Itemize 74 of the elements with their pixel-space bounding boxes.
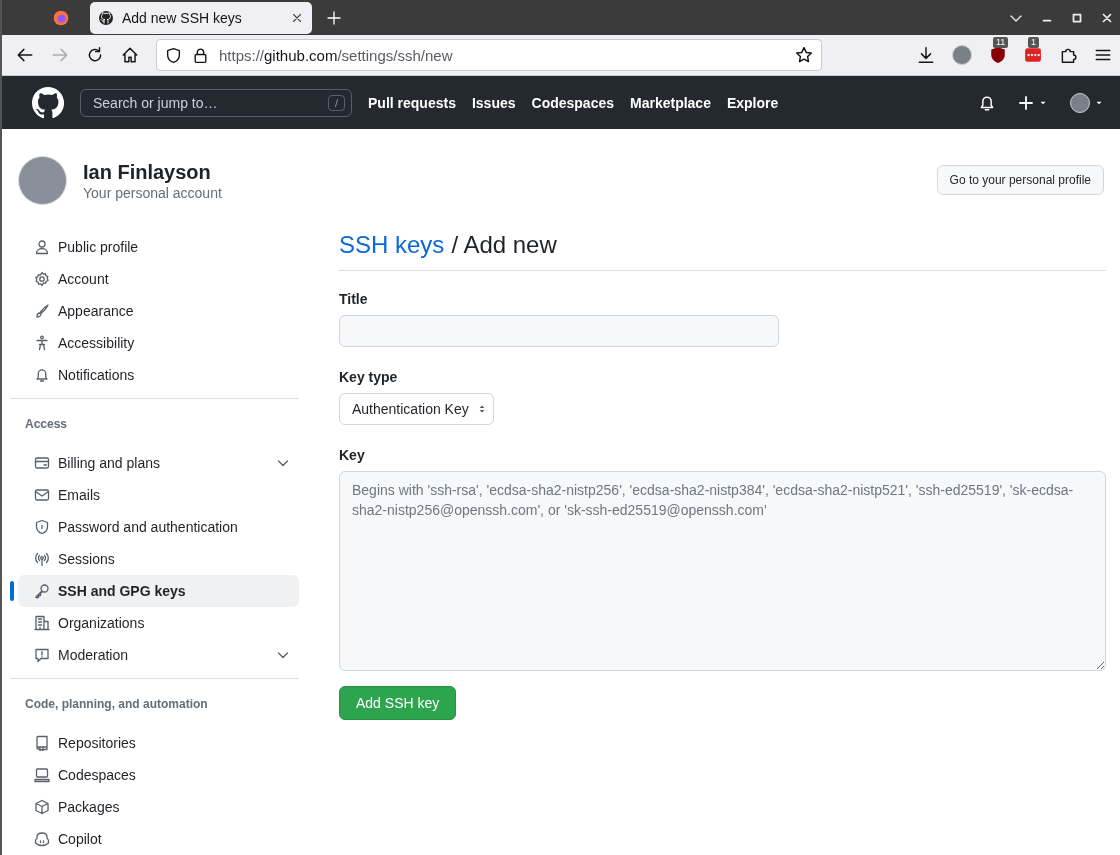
shield-extension-icon[interactable] xyxy=(989,46,1007,65)
profile-button[interactable]: Go to your personal profile xyxy=(936,165,1104,195)
sidebar-item[interactable]: Emails xyxy=(18,479,299,511)
report-icon xyxy=(34,647,50,663)
avatar[interactable] xyxy=(1070,92,1090,113)
section-heading: Code, planning, and automation xyxy=(24,696,209,713)
laptop-icon xyxy=(34,767,50,783)
key-input[interactable]: Begins with 'ssh-rsa', 'ecdsa-sha2-nistp256', 'ecdsa-sha2-nistp384', 'ecdsa-sha2-nistp521', 'ssh-ed25519', 'sk-ecdsa-sha2-nistp256@openssh.com', or 'sk-ssh-ed25519@openssh.com' xyxy=(339,471,1106,671)
github-logo-icon xyxy=(98,9,114,26)
package-icon xyxy=(34,799,50,815)
extension-badge: 1 xyxy=(1028,37,1039,49)
browser-tab[interactable]: Add new SSH keys xyxy=(90,1,312,34)
nav-link[interactable]: Codespaces xyxy=(531,94,614,111)
broadcast-icon xyxy=(34,551,50,567)
credit-card-icon xyxy=(34,455,50,471)
bell-icon xyxy=(34,367,50,383)
github-logo-icon[interactable] xyxy=(32,86,64,119)
nav-link[interactable]: Explore xyxy=(726,94,779,111)
sidebar-item[interactable]: Account xyxy=(18,263,299,295)
key-type-select[interactable]: Authentication Key xyxy=(339,393,494,425)
sidebar-item[interactable]: Codespaces xyxy=(18,759,299,791)
shortcut-key: / xyxy=(327,94,345,111)
nav-link[interactable]: Marketplace xyxy=(630,94,711,111)
sidebar-item[interactable]: Moderation xyxy=(18,639,299,671)
building-icon xyxy=(34,615,50,631)
avatar[interactable] xyxy=(952,45,972,66)
shield-icon xyxy=(165,46,182,64)
account-subtitle: Your personal account xyxy=(83,185,222,201)
section-heading: Access xyxy=(24,416,69,433)
title-input[interactable] xyxy=(339,315,779,347)
person-icon xyxy=(34,239,50,255)
sidebar-item[interactable]: Appearance xyxy=(18,295,299,327)
sidebar-item[interactable]: Organizations xyxy=(18,607,299,639)
sidebar-item[interactable]: Copilot xyxy=(18,823,299,855)
sidebar-item[interactable]: Notifications xyxy=(18,359,299,391)
field-label: Key xyxy=(339,447,365,463)
nav-link[interactable]: Issues xyxy=(471,94,516,111)
sidebar-item[interactable]: Public profile xyxy=(18,231,299,263)
plus-icon[interactable] xyxy=(1018,94,1034,111)
home-icon[interactable] xyxy=(121,46,139,65)
avatar xyxy=(18,155,67,205)
mail-icon xyxy=(34,487,50,503)
copilot-icon xyxy=(34,831,50,847)
field-label: Key type xyxy=(339,369,398,385)
book-icon xyxy=(34,735,50,751)
download-icon[interactable] xyxy=(917,46,935,65)
search-placeholder: Search or jump to… xyxy=(93,94,219,111)
dots-extension-icon[interactable] xyxy=(1024,46,1042,65)
tab-title: Add new SSH keys xyxy=(122,9,243,26)
lock-icon xyxy=(192,46,209,64)
paintbrush-icon xyxy=(34,303,50,319)
puzzle-icon[interactable] xyxy=(1059,46,1077,65)
settings-icon xyxy=(34,271,50,287)
sidebar-item[interactable]: Sessions xyxy=(18,543,299,575)
sidebar-item[interactable]: Accessibility xyxy=(18,327,299,359)
address-bar[interactable]: https://github.com/settings/ssh/new xyxy=(156,39,822,72)
star-icon[interactable] xyxy=(795,46,813,65)
extension-badge: 11 xyxy=(993,37,1009,49)
sidebar-item[interactable]: Packages xyxy=(18,791,299,823)
page-title: / Add new xyxy=(451,231,557,259)
account-name: Ian Finlayson xyxy=(83,160,212,185)
nav-link[interactable]: Pull requests xyxy=(368,94,456,111)
breadcrumb-link[interactable]: SSH keys xyxy=(339,231,445,259)
plus-icon[interactable] xyxy=(326,9,342,26)
shield-icon xyxy=(34,519,50,535)
browser-logo-icon xyxy=(52,8,70,27)
sidebar-item[interactable]: Billing and plans xyxy=(18,447,299,479)
sidebar-item[interactable]: Password and authentication xyxy=(18,511,299,543)
url-text: https://github.com/settings/ssh/new xyxy=(219,46,453,64)
accessibility-icon xyxy=(34,335,50,351)
key-icon xyxy=(34,583,50,599)
sidebar-item[interactable]: Repositories xyxy=(18,727,299,759)
search-field[interactable]: Search or jump to… / xyxy=(80,88,352,117)
field-label: Title xyxy=(339,291,368,307)
